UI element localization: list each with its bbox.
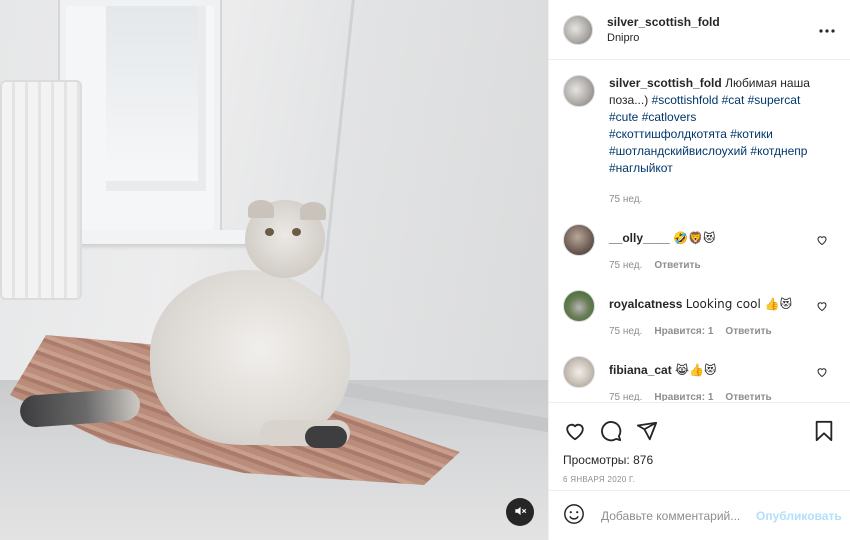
mute-button[interactable] xyxy=(506,498,534,526)
cat-eye-right xyxy=(292,228,301,236)
commenter-avatar[interactable] xyxy=(563,290,595,322)
more-horizontal-icon xyxy=(819,22,835,36)
comment-like-icon[interactable] xyxy=(816,300,830,314)
comment-time[interactable]: 75 нед. xyxy=(609,389,642,401)
comments-list: silver_scottish_fold Любимая наша поза..… xyxy=(549,61,850,401)
comment-input[interactable] xyxy=(601,508,756,523)
more-options-button[interactable] xyxy=(816,18,838,40)
comment-bubble-icon[interactable] xyxy=(599,419,623,443)
comment-username[interactable]: fibiana_cat xyxy=(609,363,672,377)
post-actions: Просмотры: 876 6 января 2020 г. xyxy=(549,402,850,484)
post-header: silver_scottish_fold Dnipro xyxy=(549,0,850,60)
heart-outline-icon[interactable] xyxy=(563,419,587,443)
author-avatar[interactable] xyxy=(563,14,593,45)
cat-body xyxy=(150,270,350,445)
add-comment-bar: Опубликовать xyxy=(549,490,850,540)
post-media-video[interactable] xyxy=(0,0,548,540)
comment-item: __olly____ 🤣🦁😻 75 нед. Ответить xyxy=(563,224,836,274)
comment-item: fibiana_cat 😹👍😻 75 нед. Нравится: 1 Отве… xyxy=(563,356,836,401)
comment-item: royalcatness Looking cool 👍😻 75 нед. Нра… xyxy=(563,290,836,340)
comment-likes[interactable]: Нравится: 1 xyxy=(654,389,713,401)
reply-button[interactable]: Ответить xyxy=(725,389,771,401)
author-avatar[interactable] xyxy=(563,75,595,107)
post-location[interactable]: Dnipro xyxy=(607,30,720,46)
commenter-avatar[interactable] xyxy=(563,224,595,256)
view-count[interactable]: Просмотры: 876 xyxy=(563,453,836,467)
comment-text: 🤣🦁😻 xyxy=(673,231,716,245)
comment-username[interactable]: __olly____ xyxy=(609,231,670,245)
comment-like-icon[interactable] xyxy=(816,366,830,380)
cat-paw xyxy=(305,426,347,448)
publish-button[interactable]: Опубликовать xyxy=(756,509,842,523)
window xyxy=(60,0,220,240)
post-date[interactable]: 6 января 2020 г. xyxy=(563,475,836,484)
comment-text: Looking cool 👍😻 xyxy=(685,297,793,311)
caption-time[interactable]: 75 нед. xyxy=(609,191,642,208)
radiator xyxy=(0,80,82,300)
cat-eye-left xyxy=(265,228,274,236)
comment-text: 😹👍😻 xyxy=(675,363,717,377)
bookmark-outline-icon[interactable] xyxy=(812,419,836,443)
comment-like-icon[interactable] xyxy=(816,234,830,248)
caption-username[interactable]: silver_scottish_fold xyxy=(609,76,722,90)
comment-username[interactable]: royalcatness xyxy=(609,297,682,311)
cat-ear-left xyxy=(248,200,274,218)
comment-time[interactable]: 75 нед. xyxy=(609,257,642,274)
comment-time[interactable]: 75 нед. xyxy=(609,323,642,340)
post-sidebar: silver_scottish_fold Dnipro silver_scott… xyxy=(548,0,850,540)
cat-ear-right xyxy=(300,202,326,220)
paper-plane-icon[interactable] xyxy=(635,419,659,443)
commenter-avatar[interactable] xyxy=(563,356,595,388)
caption: silver_scottish_fold Любимая наша поза..… xyxy=(563,75,836,208)
speaker-muted-icon xyxy=(513,504,527,521)
smiley-icon[interactable] xyxy=(563,503,585,528)
reply-button[interactable]: Ответить xyxy=(725,323,771,340)
author-username[interactable]: silver_scottish_fold xyxy=(607,14,720,30)
comment-likes[interactable]: Нравится: 1 xyxy=(654,323,713,340)
reply-button[interactable]: Ответить xyxy=(654,257,700,274)
